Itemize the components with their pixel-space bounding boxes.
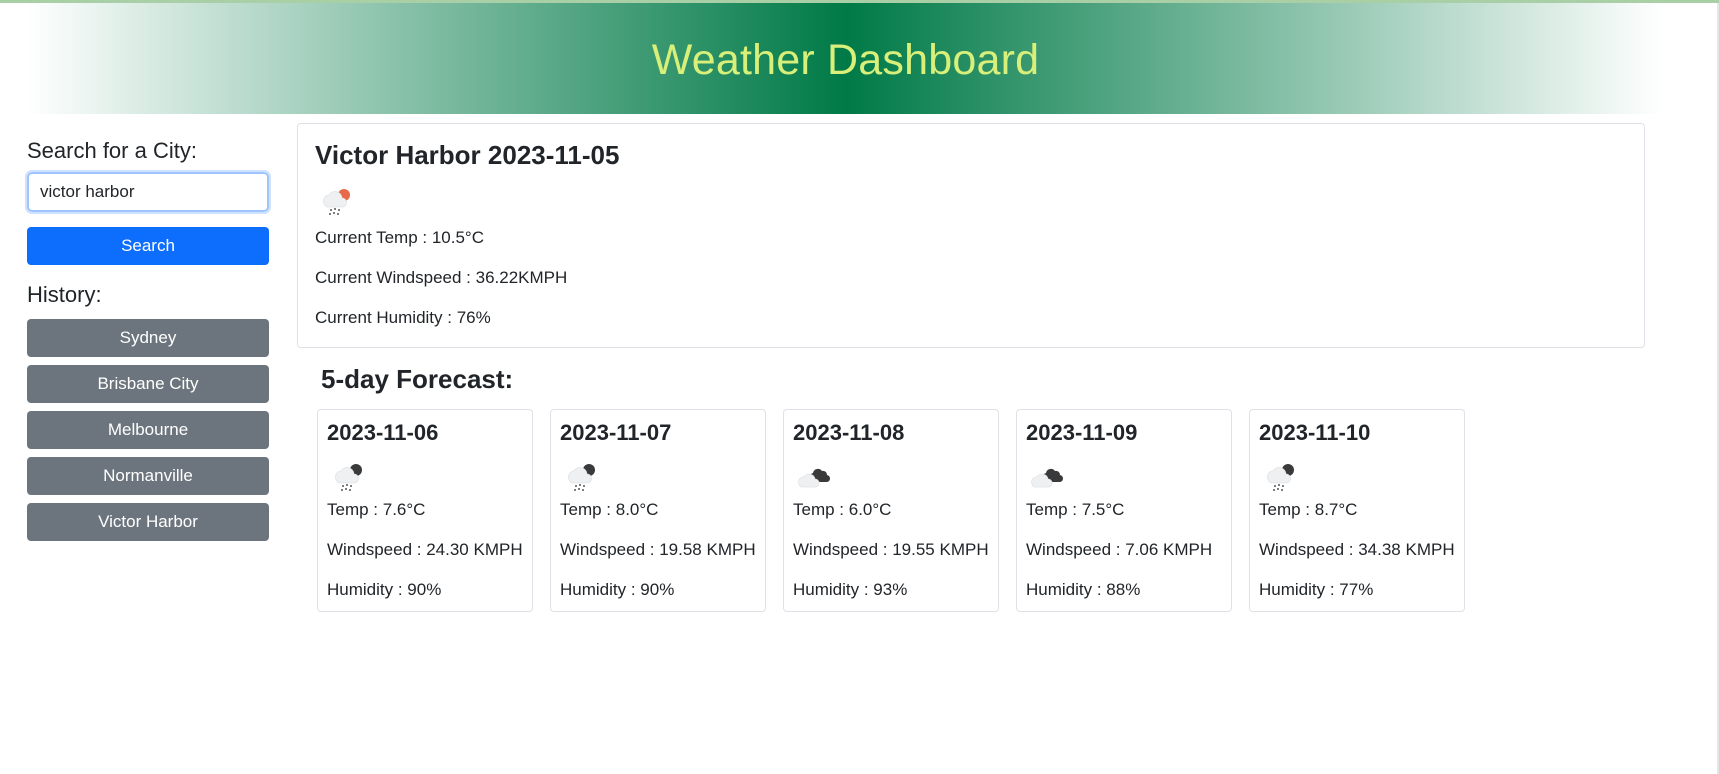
current-windspeed: Current Windspeed : 36.22KMPH bbox=[315, 268, 568, 287]
current-weather-card: Victor Harbor 2023-11-05 Current Temp : … bbox=[297, 123, 1645, 348]
forecast-windspeed: Windspeed : 7.06 KMPH bbox=[1026, 540, 1213, 559]
history-item-victor-harbor[interactable]: Victor Harbor bbox=[27, 503, 269, 541]
forecast-windspeed: Windspeed : 19.58 KMPH bbox=[560, 540, 756, 559]
forecast-humidity: Humidity : 90% bbox=[560, 580, 675, 599]
history-list: Sydney Brisbane City Melbourne Normanvil… bbox=[27, 319, 269, 541]
rain-sun-icon bbox=[315, 180, 355, 220]
forecast-temp: Temp : 7.6°C bbox=[327, 500, 426, 519]
broken-clouds-icon bbox=[793, 456, 833, 496]
forecast-temp: Temp : 8.0°C bbox=[560, 500, 659, 519]
forecast-temp: Temp : 6.0°C bbox=[793, 500, 892, 519]
forecast-windspeed: Windspeed : 24.30 KMPH bbox=[327, 540, 523, 559]
forecast-date: 2023-11-07 bbox=[560, 420, 672, 445]
forecast-humidity: Humidity : 88% bbox=[1026, 580, 1141, 599]
forecast-date: 2023-11-09 bbox=[1026, 420, 1138, 445]
current-temp: Current Temp : 10.5°C bbox=[315, 228, 485, 247]
forecast-temp: Temp : 8.7°C bbox=[1259, 500, 1358, 519]
forecast-card: 2023-11-07 Temp : 8.0°C Windspeed : 19.5… bbox=[550, 409, 766, 612]
history-item-melbourne[interactable]: Melbourne bbox=[27, 411, 269, 449]
forecast-date: 2023-11-08 bbox=[793, 420, 905, 445]
forecast-windspeed: Windspeed : 19.55 KMPH bbox=[793, 540, 989, 559]
search-label: Search for a City: bbox=[27, 138, 197, 163]
forecast-card: 2023-11-06 Temp : 7.6°C Windspeed : 24.3… bbox=[317, 409, 533, 612]
broken-clouds-icon bbox=[1026, 456, 1066, 496]
forecast-date: 2023-11-06 bbox=[327, 420, 439, 445]
history-label: History: bbox=[27, 282, 102, 307]
rain-cloud-icon bbox=[1259, 456, 1299, 496]
forecast-date: 2023-11-10 bbox=[1259, 420, 1371, 445]
forecast-humidity: Humidity : 77% bbox=[1259, 580, 1374, 599]
forecast-temp: Temp : 7.5°C bbox=[1026, 500, 1125, 519]
forecast-row: 2023-11-06 Temp : 7.6°C Windspeed : 24.3… bbox=[317, 409, 1465, 612]
forecast-card: 2023-11-08 Temp : 6.0°C Windspeed : 19.5… bbox=[783, 409, 999, 612]
history-item-sydney[interactable]: Sydney bbox=[27, 319, 269, 357]
forecast-windspeed: Windspeed : 34.38 KMPH bbox=[1259, 540, 1455, 559]
forecast-humidity: Humidity : 93% bbox=[793, 580, 908, 599]
page-title: Weather Dashboard bbox=[651, 36, 1040, 84]
forecast-card: 2023-11-10 Temp : 8.7°C Windspeed : 34.3… bbox=[1249, 409, 1465, 612]
forecast-humidity: Humidity : 90% bbox=[327, 580, 442, 599]
history-item-brisbane-city[interactable]: Brisbane City bbox=[27, 365, 269, 403]
header-banner: Weather Dashboard bbox=[27, 3, 1664, 114]
rain-cloud-icon bbox=[327, 456, 367, 496]
forecast-card: 2023-11-09 Temp : 7.5°C Windspeed : 7.06… bbox=[1016, 409, 1232, 612]
forecast-title: 5-day Forecast: bbox=[321, 364, 514, 394]
history-item-normanville[interactable]: Normanville bbox=[27, 457, 269, 495]
current-humidity: Current Humidity : 76% bbox=[315, 308, 491, 327]
search-button[interactable]: Search bbox=[27, 227, 269, 265]
current-city-date: Victor Harbor 2023-11-05 bbox=[315, 140, 620, 170]
rain-cloud-icon bbox=[560, 456, 600, 496]
search-input[interactable] bbox=[25, 170, 271, 214]
sidebar: Search for a City: Search History: Sydne… bbox=[25, 136, 271, 549]
